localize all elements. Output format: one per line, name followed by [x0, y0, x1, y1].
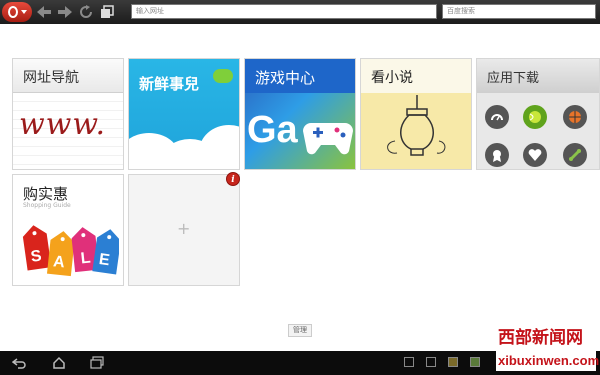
tile-read-novels[interactable]: 看小说 — [360, 58, 472, 170]
game-art-text: Ga — [247, 109, 298, 151]
forward-button[interactable] — [56, 3, 74, 21]
heart-app-icon — [523, 143, 547, 167]
reload-button[interactable] — [77, 3, 95, 21]
arrow-left-icon — [37, 6, 51, 18]
tile-shopping-guide[interactable]: 购实惠 Shopping Guide S A L E — [12, 174, 124, 286]
search-field[interactable]: 百度搜索 — [442, 4, 596, 19]
cloud-shape — [199, 125, 239, 169]
download-tray-icon[interactable] — [404, 357, 414, 367]
tile-web-navigation[interactable]: 网址导航 www. — [12, 58, 124, 170]
watermark-name: 西部新闻网 — [496, 328, 585, 348]
tile-title: 游戏中心 — [255, 69, 316, 87]
tile-game-center[interactable]: 游戏中心 Ga — [244, 58, 356, 170]
url-field[interactable]: 输入网址 — [131, 4, 437, 19]
lightbulb-icon — [387, 95, 446, 156]
back-icon[interactable] — [12, 356, 26, 370]
tile-app-download[interactable]: 应用下载 — [476, 58, 600, 170]
chevron-down-icon — [20, 10, 27, 14]
tile-title: 购实惠 — [23, 185, 69, 203]
back-button[interactable] — [35, 3, 53, 21]
tile-subtitle: Shopping Guide — [23, 202, 71, 209]
gallery-tray-icon[interactable] — [426, 357, 436, 367]
tabs-icon — [101, 5, 114, 18]
arrow-right-icon — [58, 6, 72, 18]
badge-app-icon — [485, 143, 509, 167]
speech-bubble-icon — [213, 69, 233, 83]
sale-letter: L — [80, 249, 92, 267]
watermark-url: xibuxinwen.com — [496, 351, 599, 371]
plus-icon: + — [177, 219, 191, 238]
home-icon[interactable] — [52, 356, 66, 370]
www-art: www. — [19, 107, 107, 142]
opera-logo-icon — [7, 6, 18, 18]
sale-tags-art: S A L E — [22, 225, 119, 277]
manage-button[interactable]: 管理 — [288, 324, 312, 337]
tile-title: 看小说 — [371, 70, 413, 86]
basketball-app-icon — [563, 105, 587, 129]
gauge-app-icon — [485, 105, 509, 129]
sale-letter: A — [52, 253, 66, 271]
tile-add-new[interactable]: + — [128, 174, 240, 286]
gamepad-icon — [303, 123, 353, 155]
tennis-ball-app-icon — [523, 105, 547, 129]
tile-fresh-news[interactable]: 新鲜事兒 — [128, 58, 240, 170]
app-tray-icon[interactable] — [448, 357, 458, 367]
reload-icon — [80, 5, 92, 18]
opera-menu-button[interactable] — [2, 2, 32, 22]
info-icon[interactable]: i — [226, 172, 240, 186]
tile-title: 网址导航 — [23, 70, 79, 86]
recent-apps-icon[interactable] — [90, 356, 104, 370]
tile-title: 新鲜事兒 — [139, 75, 200, 93]
tile-title: 应用下载 — [487, 71, 540, 86]
tabs-button[interactable] — [98, 3, 116, 21]
browser-toolbar: 输入网址 百度搜索 — [0, 0, 600, 24]
bone-app-icon — [563, 143, 587, 167]
app-tray-icon[interactable] — [470, 357, 480, 367]
